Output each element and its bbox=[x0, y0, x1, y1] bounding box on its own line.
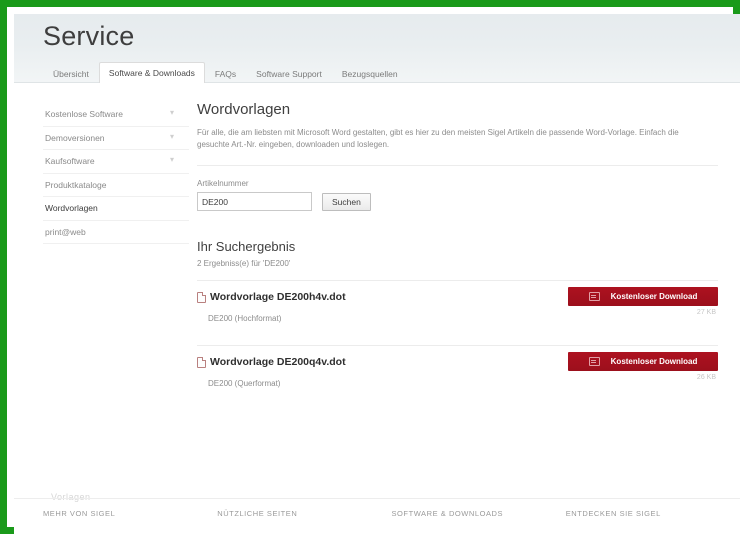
tab-bezugsquellen[interactable]: Bezugsquellen bbox=[332, 65, 408, 84]
page-footer: MEHR VON SIGEL NÜTZLICHE SEITEN SOFTWARE… bbox=[14, 498, 740, 534]
tab-software-downloads[interactable]: Software & Downloads bbox=[98, 61, 205, 83]
tab-bar: Übersicht Software & Downloads FAQs Soft… bbox=[43, 61, 408, 84]
download-icon bbox=[588, 357, 600, 366]
content-area: Kostenlose Software ▾ Demoversionen ▾ Ka… bbox=[14, 83, 740, 487]
sidebar-item-label: Demoversionen bbox=[45, 132, 105, 143]
download-button[interactable]: Kostenloser Download bbox=[568, 352, 718, 371]
sidebar-item-label: Kaufsoftware bbox=[45, 156, 95, 166]
results-heading: Ihr Suchergebnis bbox=[197, 239, 296, 254]
result-row: Wordvorlage DE200q4v.dot DE200 (Querform… bbox=[197, 345, 718, 410]
result-title[interactable]: Wordvorlage DE200h4v.dot bbox=[210, 291, 346, 303]
search-button[interactable]: Suchen bbox=[322, 192, 371, 211]
chevron-down-icon: ▾ bbox=[170, 108, 175, 117]
file-size: 26 KB bbox=[696, 374, 716, 381]
download-area: Kostenloser Download 26 KB bbox=[568, 352, 718, 381]
sidebar-item-demoversionen[interactable]: Demoversionen ▾ bbox=[43, 127, 189, 150]
page-container: Service Übersicht Software & Downloads F… bbox=[14, 14, 740, 534]
download-icon bbox=[588, 292, 600, 301]
download-button-label: Kostenloser Download bbox=[610, 357, 698, 366]
document-icon bbox=[197, 291, 206, 303]
tab-faqs[interactable]: FAQs bbox=[205, 65, 246, 84]
sidebar-nav: Kostenlose Software ▾ Demoversionen ▾ Ka… bbox=[14, 83, 189, 487]
main-description: Für alle, die am liebsten mit Microsoft … bbox=[197, 128, 679, 149]
chevron-down-icon: ▾ bbox=[170, 131, 175, 141]
footer-column-nuetzliche-seiten[interactable]: NÜTZLICHE SEITEN bbox=[217, 509, 391, 534]
result-row: Wordvorlage DE200h4v.dot DE200 (Hochform… bbox=[197, 280, 718, 345]
tab-uebersicht[interactable]: Übersicht bbox=[43, 65, 99, 84]
search-input[interactable] bbox=[197, 192, 312, 211]
sidebar-item-print-at-web[interactable]: print@web bbox=[43, 221, 189, 244]
footer-column-entdecken-sie-sigel[interactable]: ENTDECKEN SIE SIGEL bbox=[566, 509, 740, 534]
sidebar-item-kaufsoftware[interactable]: Kaufsoftware ▾ bbox=[43, 150, 189, 174]
page-title: Service bbox=[43, 21, 135, 51]
main-column: Wordvorlagen Für alle, die am liebsten m… bbox=[189, 83, 740, 487]
main-heading: Wordvorlagen bbox=[197, 101, 291, 118]
footer-column-mehr-von-sigel[interactable]: MEHR VON SIGEL bbox=[43, 509, 217, 534]
search-form: Suchen bbox=[197, 192, 718, 211]
result-title[interactable]: Wordvorlage DE200q4v.dot bbox=[210, 356, 346, 368]
document-icon bbox=[197, 356, 206, 368]
page-header: Service Übersicht Software & Downloads F… bbox=[14, 14, 740, 83]
tab-software-support[interactable]: Software Support bbox=[246, 65, 332, 84]
results-count: 2 Ergebniss(e) für 'DE200' bbox=[197, 259, 291, 268]
file-size: 27 KB bbox=[696, 309, 716, 316]
sidebar-item-label: Wordvorlagen bbox=[45, 203, 98, 213]
sidebar-item-label: Kostenlose Software bbox=[45, 109, 123, 119]
divider bbox=[197, 165, 718, 166]
sidebar-item-label: print@web bbox=[45, 226, 86, 237]
download-button[interactable]: Kostenloser Download bbox=[568, 287, 718, 306]
browser-frame: Service Übersicht Software & Downloads F… bbox=[0, 0, 740, 534]
sidebar-item-kostenlose-software[interactable]: Kostenlose Software ▾ bbox=[43, 103, 189, 127]
chevron-down-icon: ▾ bbox=[170, 155, 175, 164]
sidebar-item-produktkataloge[interactable]: Produktkataloge bbox=[43, 174, 189, 197]
footer-column-software-downloads[interactable]: SOFTWARE & DOWNLOADS bbox=[392, 509, 566, 534]
download-area: Kostenloser Download 27 KB bbox=[568, 287, 718, 316]
sidebar-item-wordvorlagen[interactable]: Wordvorlagen bbox=[43, 197, 189, 221]
search-field-label: Artikelnummer bbox=[197, 179, 249, 188]
sidebar-item-label: Produktkataloge bbox=[45, 179, 107, 190]
download-button-label: Kostenloser Download bbox=[610, 292, 698, 301]
